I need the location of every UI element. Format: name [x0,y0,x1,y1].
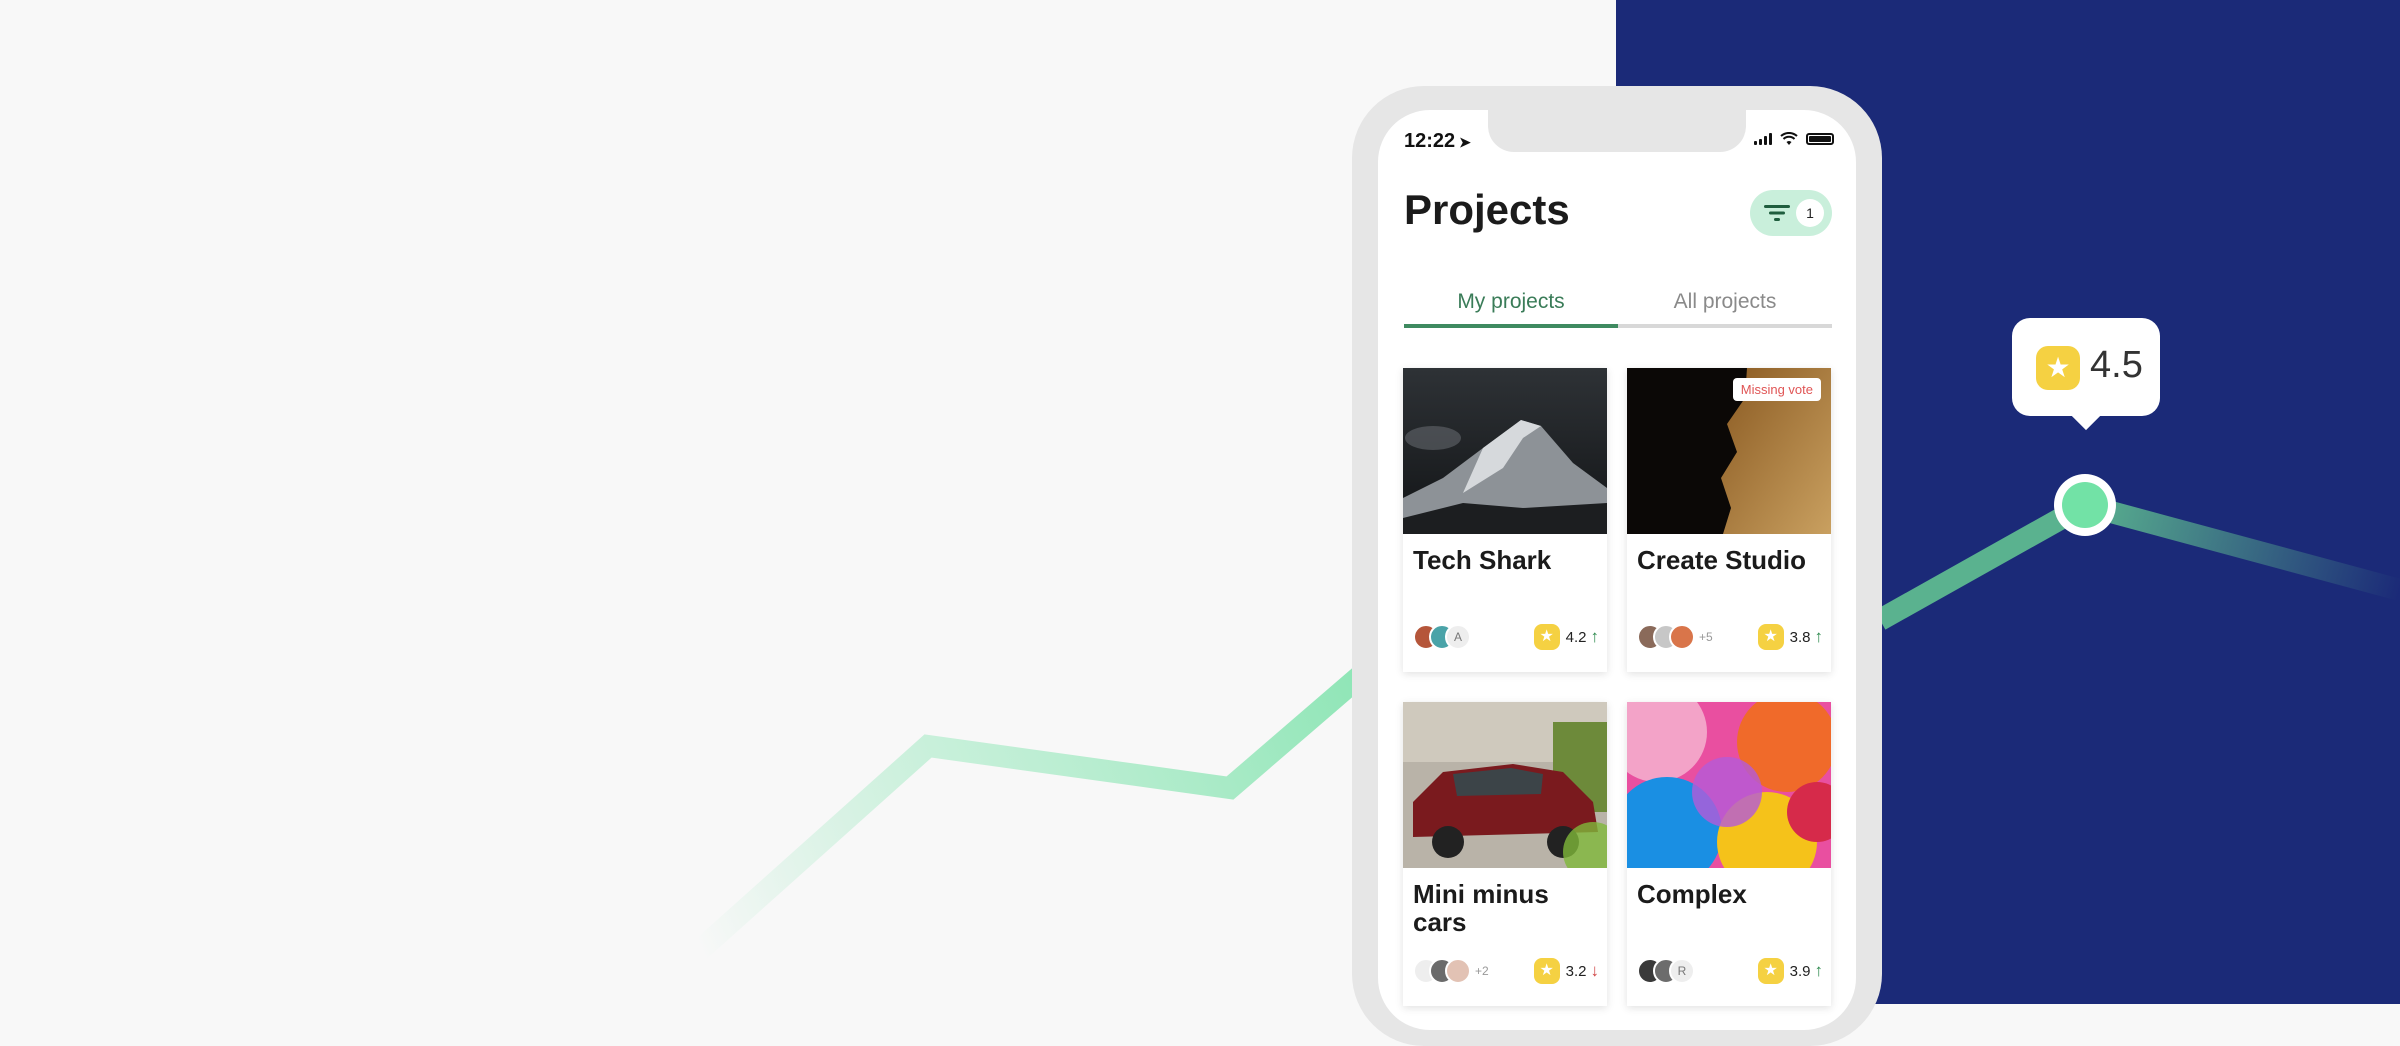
trend-up-icon: ↑ [1814,627,1824,646]
project-name: Complex [1637,879,1747,909]
project-rating: ★ 4.2 ↑ [1533,624,1600,650]
more-members-count: +2 [1475,964,1489,978]
location-arrow-icon: ➤ [1459,134,1471,150]
battery-icon [1806,133,1834,145]
project-meta: R ★ 3.9 ↑ [1637,958,1823,988]
star-icon: ★ [1757,624,1784,650]
rating-tooltip: ★ 4.5 [2012,318,2160,416]
trend-up-icon: ↑ [1590,627,1600,646]
project-rating: ★ 3.8 ↑ [1757,624,1824,650]
trend-down-icon: ↓ [1590,961,1600,980]
phone-screen: 12:22 ➤ Projects 1 My projects All projec… [1378,110,1856,1030]
star-icon: ★ [1757,958,1784,984]
rating-value: 3.8 [1789,628,1811,646]
signal-icon [1754,133,1772,145]
missing-vote-badge: Missing vote [1732,378,1821,401]
star-icon: ★ [1533,624,1560,650]
member-avatars: A [1413,624,1471,650]
filter-button[interactable]: 1 [1750,190,1832,236]
star-icon: ★ [2036,346,2080,390]
page-title: Projects [1404,186,1570,233]
member-avatars: +5 [1637,624,1713,650]
project-name: Mini minus cars [1413,879,1549,937]
avatar [1445,958,1471,984]
trend-up-icon: ↑ [1814,961,1824,980]
project-card-create-studio[interactable]: Missing vote Create Studio +5 ★ 3.8 ↑ [1627,368,1831,672]
filter-count-badge: 1 [1796,199,1824,227]
tab-active-indicator [1404,324,1618,328]
star-icon: ★ [1533,958,1560,984]
project-meta: A ★ 4.2 ↑ [1413,624,1599,654]
trend-line [692,494,2400,959]
notch [1488,110,1746,152]
project-card-tech-shark[interactable]: Tech Shark A ★ 4.2 ↑ [1403,368,1607,672]
avatar [1669,624,1695,650]
project-thumbnail-colorful [1627,702,1831,868]
status-time: 12:22 ➤ [1404,130,1471,153]
project-meta: +5 ★ 3.8 ↑ [1637,624,1823,654]
tab-all-projects[interactable]: All projects [1618,290,1832,314]
tooltip-rating-value: 4.5 [2090,344,2143,386]
project-name: Create Studio [1637,545,1807,575]
status-icons [1754,132,1834,146]
wifi-icon [1780,132,1798,145]
member-avatars: +2 [1413,958,1489,984]
rating-value: 3.2 [1565,962,1587,980]
tab-my-projects[interactable]: My projects [1404,290,1618,314]
trend-point-marker [2054,474,2116,536]
project-rating: ★ 3.9 ↑ [1757,958,1824,984]
project-meta: +2 ★ 3.2 ↓ [1413,958,1599,988]
project-rating: ★ 3.2 ↓ [1533,958,1600,984]
project-card-mini-minus-cars[interactable]: Mini minus cars +2 ★ 3.2 ↓ [1403,702,1607,1006]
trend-line-mid [1874,495,2091,630]
rating-value: 3.9 [1789,962,1811,980]
tab-bar: My projects All projects [1404,286,1832,328]
more-members-count: +5 [1699,630,1713,644]
project-name: Tech Shark [1413,545,1552,575]
project-thumbnail-mountain [1403,368,1607,534]
trend-line-left [692,667,1368,959]
member-avatars: R [1637,958,1695,984]
project-thumbnail-car [1403,702,1607,868]
project-card-complex[interactable]: Complex R ★ 3.9 ↑ [1627,702,1831,1006]
trend-line-right [2082,494,2400,601]
rating-value: 4.2 [1565,628,1587,646]
star-glyph: ★ [2045,352,2071,383]
filter-icon [1764,205,1790,221]
avatar-initial: A [1445,624,1471,650]
avatar-initial: R [1669,958,1695,984]
status-time-text: 12:22 [1404,130,1456,152]
